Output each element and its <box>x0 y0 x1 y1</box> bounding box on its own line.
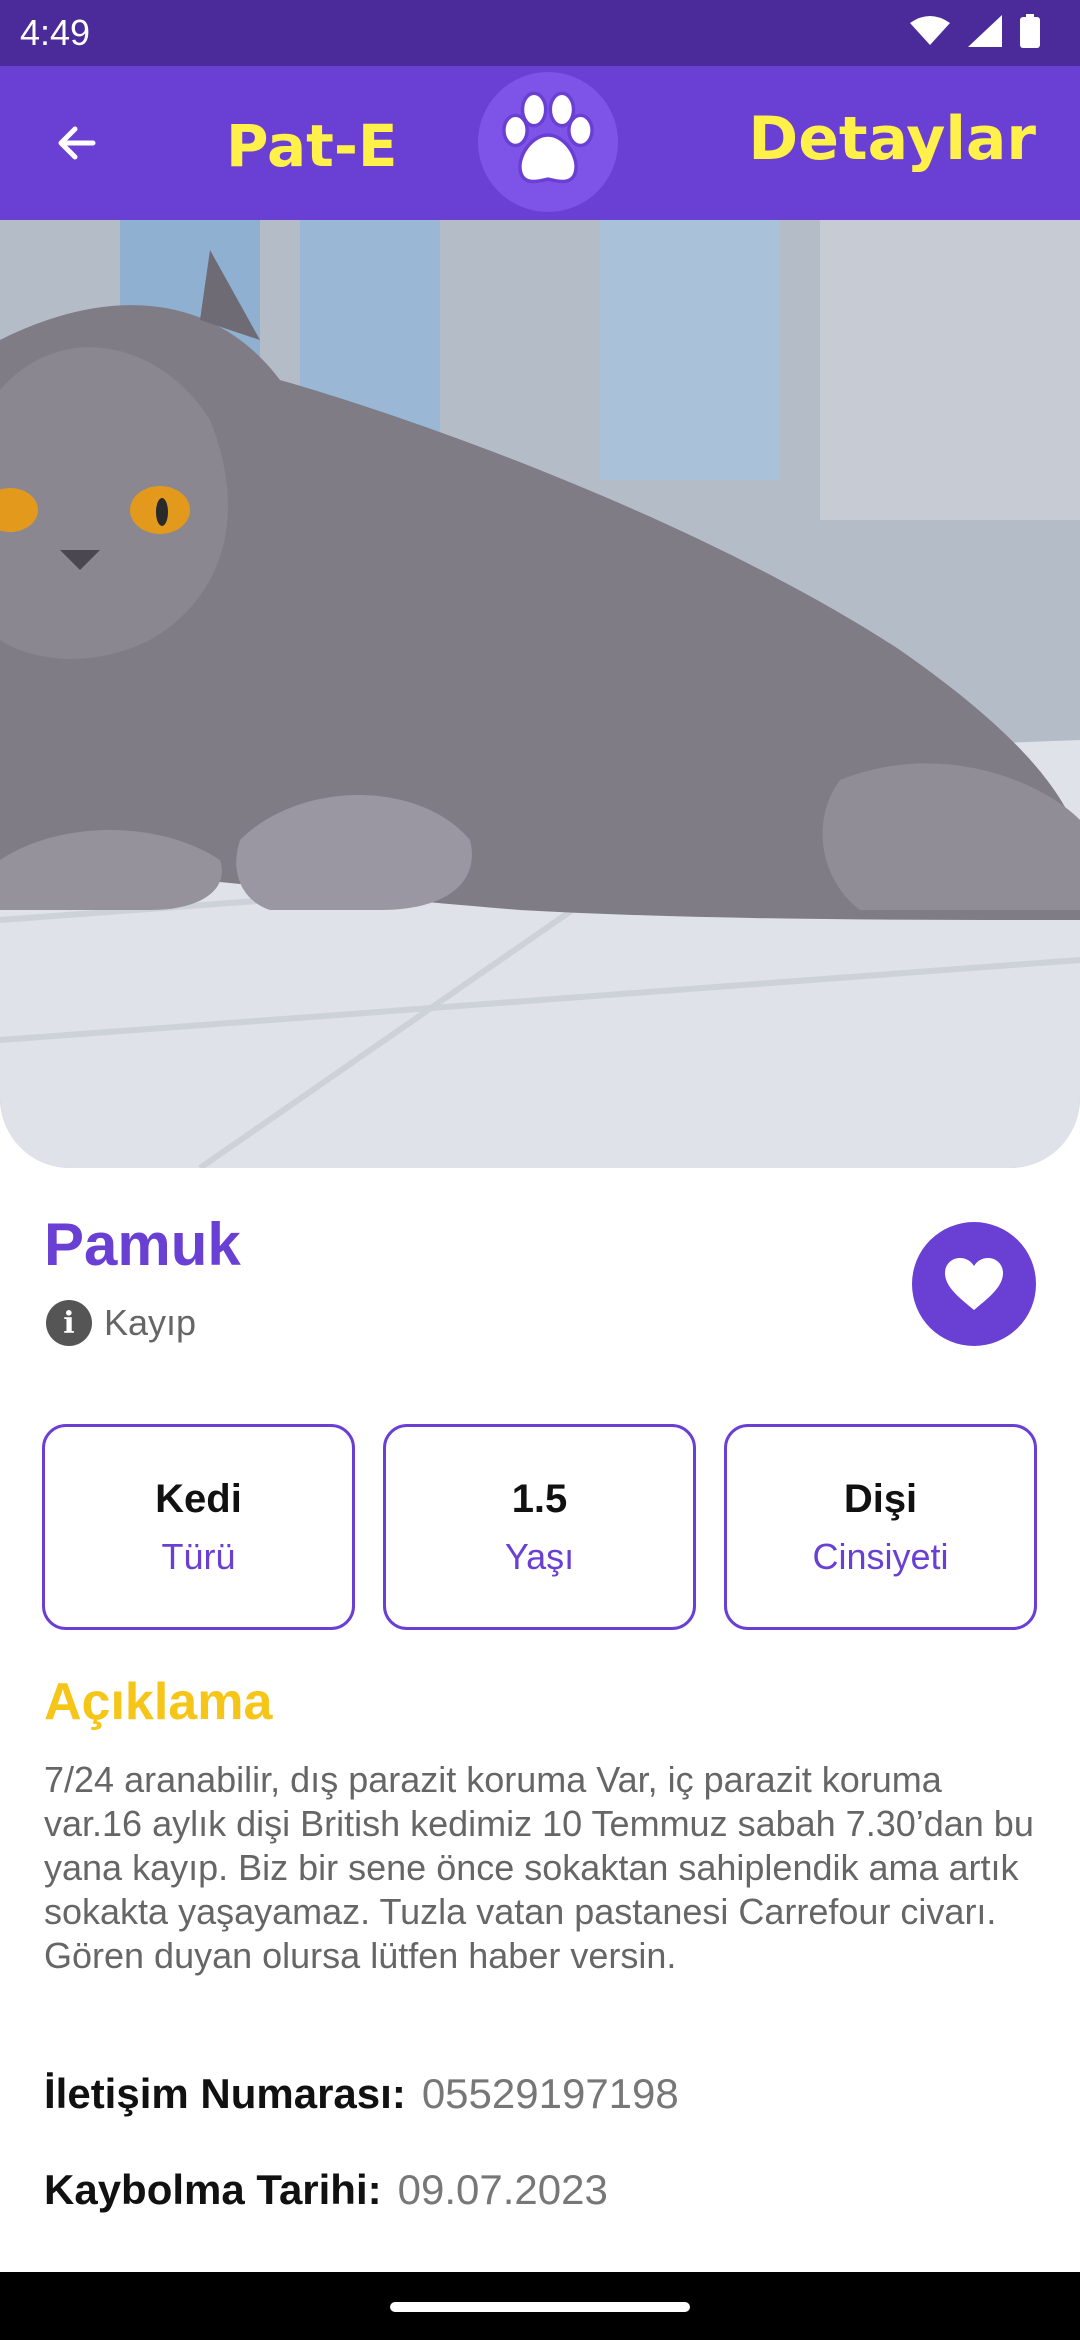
app-logo <box>478 72 618 212</box>
stat-card-gender: Dişi Cinsiyeti <box>724 1424 1037 1630</box>
heart-icon <box>945 1258 1003 1310</box>
stat-label: Yaşı <box>504 1535 575 1577</box>
signal-icon <box>968 15 1002 47</box>
arrow-left-icon <box>58 126 96 160</box>
stat-card-age: 1.5 Yaşı <box>383 1424 696 1630</box>
stat-card-type: Kedi Türü <box>42 1424 355 1630</box>
description-text: 7/24 aranabilir, dış parazit koruma Var,… <box>44 1759 1034 1976</box>
pet-status-text: Kayıp <box>104 1302 197 1343</box>
pet-name: Pamuk <box>44 1211 241 1278</box>
app-title: Pat-E <box>226 112 398 180</box>
favorite-button[interactable] <box>912 1222 1036 1346</box>
status-bar: 4:49 <box>0 0 1080 66</box>
stat-label: Cinsiyeti <box>812 1535 949 1577</box>
status-time: 4:49 <box>20 12 91 53</box>
description-title: Açıklama <box>44 1673 273 1731</box>
cat-illustration <box>0 220 1080 1168</box>
app-bar: Pat-E Detaylar <box>0 66 1080 220</box>
system-nav-bar <box>0 2272 1080 2340</box>
lost-date-field: Kaybolma Tarihi: 09.07.2023 <box>44 2166 608 2214</box>
pet-photo <box>0 220 1080 1168</box>
stat-value: Dişi <box>843 1476 918 1521</box>
lost-date-value: 09.07.2023 <box>397 2166 608 2213</box>
contact-label: İletişim Numarası: <box>44 2070 406 2117</box>
lost-date-label: Kaybolma Tarihi: <box>44 2166 382 2213</box>
wifi-icon <box>910 16 950 45</box>
info-icon: i <box>46 1300 92 1346</box>
stat-value: 1.5 <box>511 1476 568 1521</box>
paw-icon <box>502 91 594 184</box>
contact-number[interactable]: 05529197198 <box>422 2070 679 2118</box>
contact-field: İletişim Numarası: 05529197198 <box>44 2070 679 2118</box>
pet-status: i Kayıp <box>46 1300 196 1346</box>
page-title: Detaylar <box>748 104 1036 174</box>
battery-icon <box>1020 14 1040 48</box>
stat-label: Türü <box>161 1535 236 1577</box>
pet-stats: Kedi Türü 1.5 Yaşı Dişi Cinsiyeti <box>42 1424 1038 1630</box>
stat-value: Kedi <box>155 1476 242 1521</box>
back-button[interactable] <box>40 106 114 180</box>
home-indicator[interactable] <box>390 2302 690 2312</box>
status-icons <box>910 14 1040 48</box>
